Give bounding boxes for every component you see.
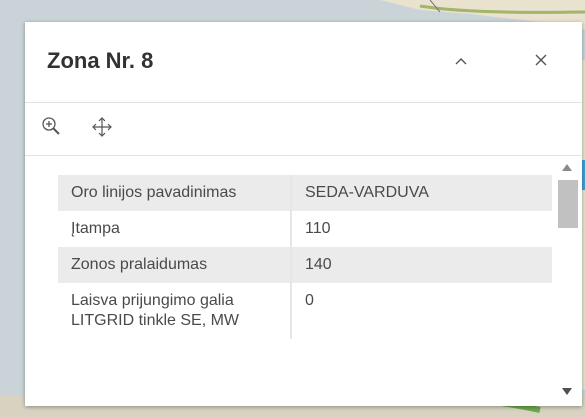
attribute-value: 0 [305,292,314,309]
table-row: Įtampa 110 [58,211,552,247]
attribute-label: Laisva prijungimo galia LITGRID tinkle S… [58,283,292,339]
table-row: Zonos pralaidumas 140 [58,247,552,283]
attribute-label: Oro linijos pavadinimas [58,175,292,211]
attribute-value: 140 [291,247,552,283]
table-row: Oro linijos pavadinimas SEDA-VARDUVA [58,175,552,211]
attribute-value: SEDA-VARDUVA [291,175,552,211]
scroll-up-arrow[interactable] [562,164,572,171]
close-icon [534,53,548,72]
attribute-table: Oro linijos pavadinimas SEDA-VARDUVA Įta… [58,175,552,339]
feature-popup: Zona Nr. 8 Oro linijos pavadinimas SEDA-… [25,22,582,406]
scroll-down-arrow[interactable] [562,388,572,395]
zoom-to-button[interactable] [37,115,67,143]
scroll-thumb[interactable] [558,180,578,228]
attribute-label: Įtampa [58,211,292,247]
collapse-button[interactable] [445,46,477,78]
attribute-label: Zonos pralaidumas [58,247,292,283]
pan-button[interactable] [87,115,117,143]
popup-toolbar [25,103,582,156]
popup-content[interactable]: Oro linijos pavadinimas SEDA-VARDUVA Įta… [25,156,582,406]
table-row: Laisva prijungimo galia LITGRID tinkle S… [58,283,552,339]
attribute-value: 110 [305,220,331,237]
popup-title: Zona Nr. 8 [47,48,154,73]
chevron-up-icon [454,53,468,71]
scrollbar[interactable] [554,156,582,406]
close-button[interactable] [525,46,557,78]
popup-header: Zona Nr. 8 [25,22,582,103]
pan-move-icon [90,115,114,144]
zoom-in-icon [40,115,64,144]
